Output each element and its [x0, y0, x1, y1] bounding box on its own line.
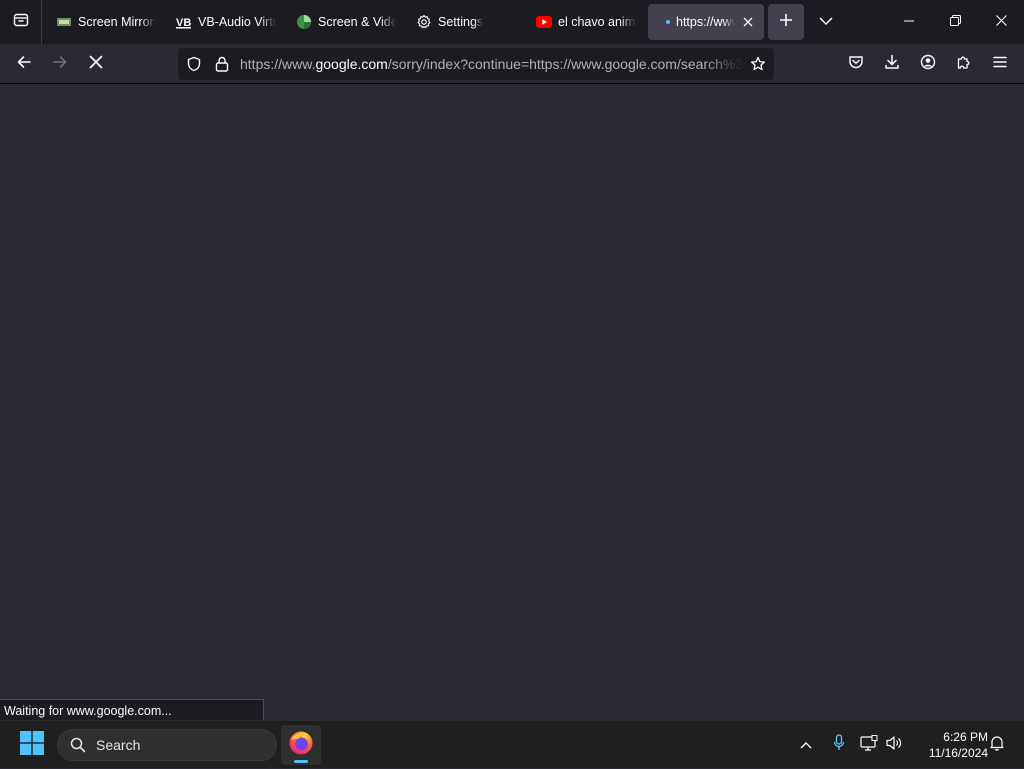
- bookmark-star-icon[interactable]: [744, 48, 772, 80]
- windows-logo-icon: [20, 730, 44, 760]
- show-hidden-icons-button[interactable]: [794, 721, 818, 769]
- downloads-button[interactable]: [876, 48, 908, 80]
- back-button[interactable]: [8, 48, 40, 80]
- url-text[interactable]: https://www.google.com/sorry/index?conti…: [236, 56, 744, 72]
- vb-audio-favicon: VB: [176, 14, 192, 30]
- forward-button[interactable]: [44, 48, 76, 80]
- running-indicator: [294, 760, 308, 763]
- tracking-shield-icon[interactable]: [180, 48, 208, 80]
- search-icon: [68, 735, 88, 755]
- microphone-icon: [833, 733, 845, 757]
- extensions-button[interactable]: [948, 48, 980, 80]
- url-bar[interactable]: https://www.google.com/sorry/index?conti…: [178, 48, 774, 80]
- pocket-button[interactable]: [840, 48, 872, 80]
- list-all-tabs-button[interactable]: [808, 4, 844, 40]
- account-button[interactable]: [912, 48, 944, 80]
- hamburger-menu-icon: [993, 55, 1007, 73]
- tab-youtube[interactable]: el chavo animado: [536, 4, 636, 40]
- navigation-toolbar: https://www.google.com/sorry/index?conti…: [0, 44, 1024, 84]
- taskbar-firefox[interactable]: [281, 725, 321, 765]
- clock-date: 11/16/2024: [928, 746, 988, 760]
- loading-dot-icon: [664, 14, 672, 30]
- restore-icon: [949, 13, 961, 31]
- stop-x-icon: [89, 55, 103, 74]
- lock-icon[interactable]: [208, 48, 236, 80]
- taskbar-clock[interactable]: 6:26 PM 11/16/2024: [912, 729, 988, 761]
- firefox-view-button[interactable]: [0, 0, 42, 44]
- tab-screen-mirroring[interactable]: Screen Mirroring: [56, 4, 156, 40]
- pocket-icon: [848, 54, 864, 75]
- tab-strip: Screen Mirroring VB VB-Audio Virtual Scr…: [0, 0, 1024, 44]
- stop-button[interactable]: [80, 48, 112, 80]
- volume-tray-button[interactable]: [884, 721, 906, 769]
- firefox-icon: [288, 730, 314, 761]
- url-host: google.com: [315, 56, 388, 72]
- close-tab-icon[interactable]: [741, 14, 756, 30]
- tab-title: Screen & Video: [318, 15, 396, 29]
- tab-title: https://www.google.com: [676, 15, 735, 29]
- plus-icon: [779, 13, 793, 32]
- close-icon: [995, 13, 1007, 31]
- taskbar-search-box[interactable]: Search: [57, 729, 277, 761]
- gear-icon: [416, 14, 432, 30]
- status-panel: Waiting for www.google.com...: [0, 699, 264, 721]
- url-prefix: https://www.: [240, 56, 316, 72]
- tab-title: VB-Audio Virtual: [198, 15, 276, 29]
- tab-screen-video[interactable]: Screen & Video: [296, 4, 396, 40]
- firefox-view-icon: [13, 12, 29, 33]
- minimize-icon: [904, 13, 914, 31]
- clock-time: 6:26 PM: [943, 730, 988, 744]
- network-icon: [860, 734, 878, 756]
- tab-settings[interactable]: Settings: [416, 4, 516, 40]
- chevron-down-icon: [819, 13, 833, 31]
- network-tray-button[interactable]: [858, 721, 880, 769]
- minimize-button[interactable]: [886, 0, 932, 44]
- windows-taskbar: Search 6:26 PM 11/16/2024: [0, 720, 1024, 768]
- download-icon: [884, 54, 900, 75]
- account-icon: [920, 54, 936, 75]
- bell-icon: [989, 735, 1005, 756]
- tab-title: Settings: [438, 15, 484, 29]
- screen-video-favicon: [296, 14, 312, 30]
- microphone-tray-button[interactable]: [828, 721, 850, 769]
- start-button[interactable]: [14, 727, 50, 763]
- notifications-button[interactable]: [986, 721, 1008, 769]
- speaker-icon: [886, 735, 904, 756]
- new-tab-button[interactable]: [768, 4, 804, 40]
- close-window-button[interactable]: [978, 0, 1024, 44]
- youtube-icon: [536, 14, 552, 30]
- chevron-up-icon: [800, 736, 812, 754]
- arrow-right-icon: [52, 54, 68, 75]
- tab-title: Screen Mirroring: [78, 15, 156, 29]
- puzzle-piece-icon: [956, 54, 972, 75]
- tab-title: el chavo animado: [558, 15, 636, 29]
- page-content-area[interactable]: [0, 85, 1024, 720]
- search-placeholder: Search: [96, 737, 141, 753]
- restore-button[interactable]: [932, 0, 978, 44]
- screen-mirroring-favicon: [56, 14, 72, 30]
- url-path: /sorry/index?continue=https://www.google…: [387, 56, 744, 72]
- tab-vb-audio[interactable]: VB VB-Audio Virtual: [176, 4, 276, 40]
- tab-google-active[interactable]: https://www.google.com: [648, 4, 764, 40]
- arrow-left-icon: [16, 54, 32, 75]
- app-menu-button[interactable]: [984, 48, 1016, 80]
